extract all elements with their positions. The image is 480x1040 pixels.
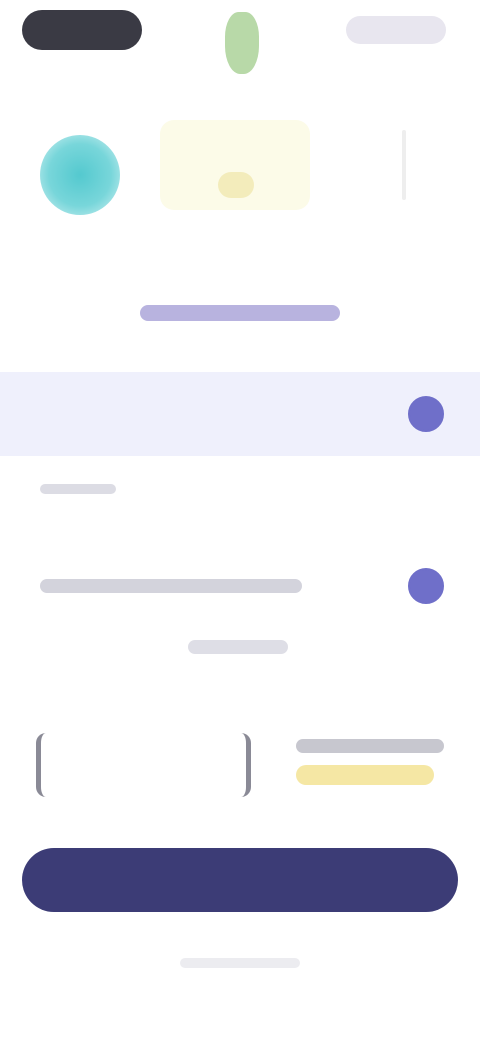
continue-button[interactable] xyxy=(22,848,458,912)
plan-option-1[interactable] xyxy=(0,372,480,456)
top-bar xyxy=(0,0,480,74)
price-display xyxy=(36,733,251,797)
custom-amount-field[interactable] xyxy=(40,579,302,593)
top-right-pill[interactable] xyxy=(346,16,446,44)
paywall-screen xyxy=(0,0,480,1040)
price-highlight xyxy=(296,765,434,785)
decorative-divider xyxy=(402,130,406,200)
radio-selected-icon[interactable] xyxy=(408,396,444,432)
radio-toggle-icon[interactable] xyxy=(408,568,444,604)
page-subtitle-placeholder xyxy=(140,305,340,321)
teal-circle-illustration xyxy=(40,135,120,215)
plan-option-2-subline xyxy=(40,484,116,494)
top-left-pill[interactable] xyxy=(22,10,142,50)
yellow-dot-illustration xyxy=(218,172,254,198)
small-caption xyxy=(188,640,288,654)
price-tag-line xyxy=(296,739,444,753)
footer-note xyxy=(180,958,300,968)
leaf-illustration xyxy=(225,12,259,74)
custom-amount-row[interactable] xyxy=(40,556,450,616)
price-tag xyxy=(296,739,444,785)
price-row xyxy=(0,725,480,815)
illustration-row xyxy=(0,110,480,230)
page-title xyxy=(0,260,480,294)
plan-option-2[interactable] xyxy=(40,478,440,528)
